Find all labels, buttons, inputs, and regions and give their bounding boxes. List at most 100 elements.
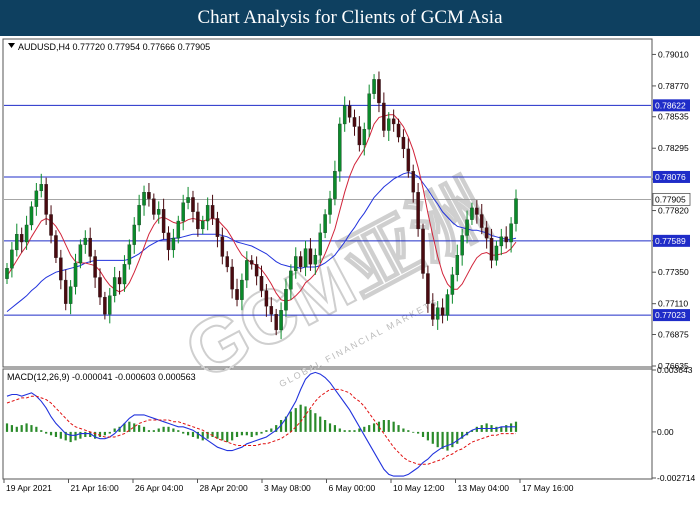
macd-histogram-bar: [54, 431, 58, 437]
candle-body: [259, 275, 264, 291]
candle-body: [19, 234, 24, 243]
macd-histogram-bar: [103, 431, 106, 436]
candle-body: [78, 244, 83, 264]
macd-histogram-bar: [74, 431, 77, 441]
candle-body: [176, 220, 181, 239]
price-tick-label: 0.79010: [658, 49, 689, 59]
macd-histogram-bar: [35, 426, 38, 432]
macd-histogram-bar: [59, 431, 62, 439]
candle-body: [245, 260, 249, 281]
candle-body: [15, 234, 19, 251]
macd-histogram-bar: [172, 428, 175, 432]
candle-body: [220, 236, 225, 257]
candle-body: [298, 256, 303, 268]
price-tick-label: 0.76875: [658, 330, 689, 340]
candle-body: [171, 237, 176, 251]
candle-body: [127, 244, 132, 265]
candle-body: [484, 227, 489, 239]
macd-histogram-bar: [495, 426, 498, 432]
candle-body: [117, 277, 122, 285]
macd-axis: 0.003643 0.00 -0.002714: [652, 365, 696, 483]
level-label-text: 0.77023: [655, 310, 686, 320]
macd-panel: [2, 368, 653, 480]
candle-body: [152, 198, 156, 215]
macd-histogram-bar: [343, 430, 346, 432]
macd-histogram-bar: [387, 419, 390, 432]
macd-histogram-bar: [20, 425, 23, 432]
candle-body: [318, 232, 322, 256]
candle-body: [338, 123, 342, 172]
candle-body: [391, 118, 396, 125]
macd-tick-label: -0.002714: [657, 473, 696, 483]
current-price-label-text: 0.77905: [655, 194, 686, 204]
macd-histogram-bar: [79, 431, 82, 439]
time-tick-label: 28 Apr 20:00: [200, 483, 248, 493]
macd-histogram-bar: [49, 431, 53, 436]
price-chart-title: AUDUSD,H4 0.77720 0.77954 0.77666 0.7790…: [18, 42, 210, 52]
candle-body: [137, 205, 141, 226]
candle-body: [132, 224, 136, 245]
macd-histogram-bar: [485, 423, 488, 432]
macd-histogram-bar: [167, 426, 170, 432]
level-label-text: 0.77589: [655, 236, 686, 246]
candle-body: [328, 198, 332, 215]
level-label: 0.77589: [653, 234, 690, 247]
candle-body: [98, 277, 102, 298]
candle-body: [49, 214, 53, 236]
macd-histogram-bar: [431, 431, 434, 444]
candle-body: [284, 289, 288, 311]
candle-body: [29, 206, 34, 226]
macd-histogram-bar: [314, 413, 317, 432]
time-tick-label: 17 May 16:00: [522, 483, 574, 493]
macd-histogram-bar: [5, 423, 9, 432]
candle-body: [455, 254, 460, 275]
macd-histogram-bar: [333, 425, 337, 432]
candle-body: [323, 214, 327, 233]
macd-histogram-bar: [231, 431, 234, 441]
candle-body: [494, 245, 499, 261]
macd-histogram-bar: [363, 426, 366, 432]
macd-tick-label: 0.00: [657, 427, 674, 437]
candle-body: [333, 171, 337, 199]
macd-histogram-bar: [235, 431, 239, 437]
macd-histogram-bar: [221, 431, 224, 441]
candle-body: [24, 224, 29, 243]
macd-histogram-bar: [69, 431, 72, 443]
time-tick-label: 6 May 00:00: [329, 483, 376, 493]
macd-histogram-bar: [304, 406, 307, 432]
candle-body: [401, 136, 406, 150]
candle-body: [112, 277, 117, 296]
macd-histogram-bar: [45, 431, 48, 434]
price-tick-label: 0.78535: [658, 112, 689, 122]
candle-body: [54, 235, 58, 258]
candle-body: [156, 209, 161, 215]
macd-histogram-bar: [270, 428, 273, 432]
macd-histogram-bar: [417, 431, 420, 434]
macd-histogram-bar: [397, 425, 400, 432]
price-tick-label: 0.78770: [658, 81, 689, 91]
macd-histogram-bar: [177, 430, 180, 432]
page-header: Chart Analysis for Clients of GCM Asia: [0, 0, 700, 36]
macd-histogram-bar: [152, 430, 155, 432]
time-tick-label: 19 Apr 2021: [6, 483, 52, 493]
candle-body: [142, 192, 146, 206]
level-label-text: 0.78622: [655, 100, 686, 110]
macd-histogram-bar: [133, 423, 136, 432]
candle-body: [499, 236, 504, 247]
candle-body: [63, 279, 68, 304]
candle-body: [269, 306, 274, 315]
level-label: 0.78076: [653, 170, 690, 183]
macd-histogram-bar: [441, 431, 444, 449]
macd-histogram-bar: [505, 425, 508, 432]
candle-body: [416, 192, 420, 230]
candle-body: [352, 117, 357, 127]
macd-histogram-bar: [40, 430, 43, 432]
macd-histogram-bar: [255, 431, 258, 436]
candle-body: [39, 184, 44, 192]
candle-body: [386, 118, 391, 131]
candle-body: [254, 264, 259, 277]
candle-body: [308, 248, 313, 265]
macd-histogram-bar: [475, 426, 478, 432]
macd-histogram-bar: [260, 431, 263, 434]
candle-body: [166, 232, 171, 251]
